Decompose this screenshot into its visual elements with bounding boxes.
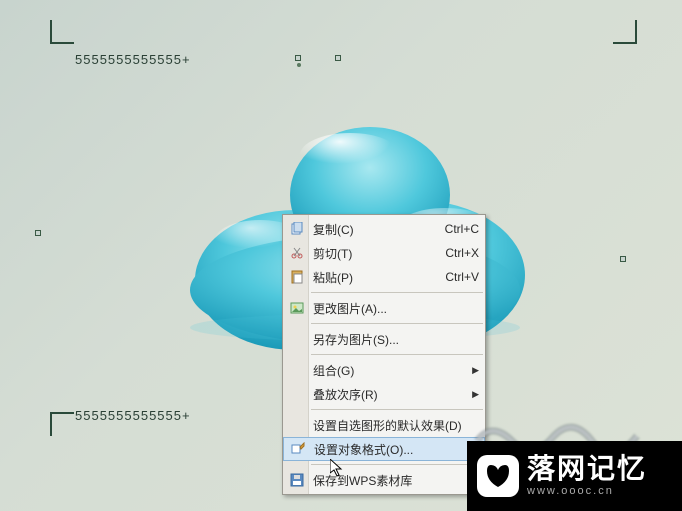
menu-item-save-as-picture[interactable]: 另存为图片(S)... xyxy=(283,327,485,351)
cursor-icon xyxy=(330,459,344,479)
menu-item-save-to-wps-library[interactable]: 保存到WPS素材库 xyxy=(283,468,485,492)
selection-handle[interactable] xyxy=(335,55,343,63)
menu-item-paste[interactable]: 粘贴(P) Ctrl+V xyxy=(283,265,485,289)
crop-mark-bl xyxy=(50,412,74,436)
paste-icon xyxy=(287,267,307,287)
selection-handle[interactable] xyxy=(620,256,628,264)
menu-shortcut: Ctrl+X xyxy=(445,246,479,260)
menu-item-format-object[interactable]: 设置对象格式(O)... xyxy=(283,437,485,461)
menu-shortcut: Ctrl+C xyxy=(445,222,479,236)
blank-icon xyxy=(287,384,307,404)
watermark-title: 落网记忆 xyxy=(527,455,647,483)
menu-item-copy[interactable]: 复制(C) Ctrl+C xyxy=(283,217,485,241)
menu-item-set-autoshape-defaults[interactable]: 设置自选图形的默认效果(D) xyxy=(283,413,485,437)
watermark: 落网记忆 www.oooc.cn xyxy=(467,441,682,511)
selection-handle[interactable] xyxy=(35,230,43,238)
blank-icon xyxy=(287,329,307,349)
menu-label: 粘贴(P) xyxy=(313,269,435,286)
context-menu: 复制(C) Ctrl+C 剪切(T) Ctrl+X 粘贴(P) Ctrl+V 更… xyxy=(282,214,486,495)
crop-mark-tr xyxy=(613,20,637,44)
menu-item-change-picture[interactable]: 更改图片(A)... xyxy=(283,296,485,320)
menu-label: 组合(G) xyxy=(313,362,462,379)
change-pic-icon xyxy=(287,298,307,318)
menu-label: 更改图片(A)... xyxy=(313,300,479,317)
canvas-text-bottom: 5555555555555+ xyxy=(75,408,191,423)
watermark-url: www.oooc.cn xyxy=(527,485,647,497)
submenu-arrow-icon: ▶ xyxy=(472,389,479,400)
menu-shortcut: Ctrl+V xyxy=(445,270,479,284)
watermark-logo-icon xyxy=(477,455,519,497)
format-icon xyxy=(288,439,308,459)
canvas-text-top: 5555555555555+ xyxy=(75,52,191,67)
cut-icon xyxy=(287,243,307,263)
menu-label: 另存为图片(S)... xyxy=(313,331,479,348)
blank-icon xyxy=(287,415,307,435)
menu-item-group[interactable]: 组合(G) ▶ xyxy=(283,358,485,382)
menu-separator xyxy=(311,323,483,324)
menu-label: 叠放次序(R) xyxy=(313,386,462,403)
save-lib-icon xyxy=(287,470,307,490)
menu-separator xyxy=(311,292,483,293)
menu-separator xyxy=(311,354,483,355)
menu-label: 设置自选图形的默认效果(D) xyxy=(313,417,479,434)
menu-label: 设置对象格式(O)... xyxy=(314,441,478,458)
blank-icon xyxy=(287,360,307,380)
copy-icon xyxy=(287,219,307,239)
menu-separator xyxy=(311,409,483,410)
crop-mark-tl xyxy=(50,20,74,44)
menu-item-order[interactable]: 叠放次序(R) ▶ xyxy=(283,382,485,406)
menu-label: 复制(C) xyxy=(313,221,435,238)
submenu-arrow-icon: ▶ xyxy=(472,365,479,376)
selection-handle[interactable] xyxy=(295,55,303,63)
menu-label: 剪切(T) xyxy=(313,245,435,262)
menu-item-cut[interactable]: 剪切(T) Ctrl+X xyxy=(283,241,485,265)
